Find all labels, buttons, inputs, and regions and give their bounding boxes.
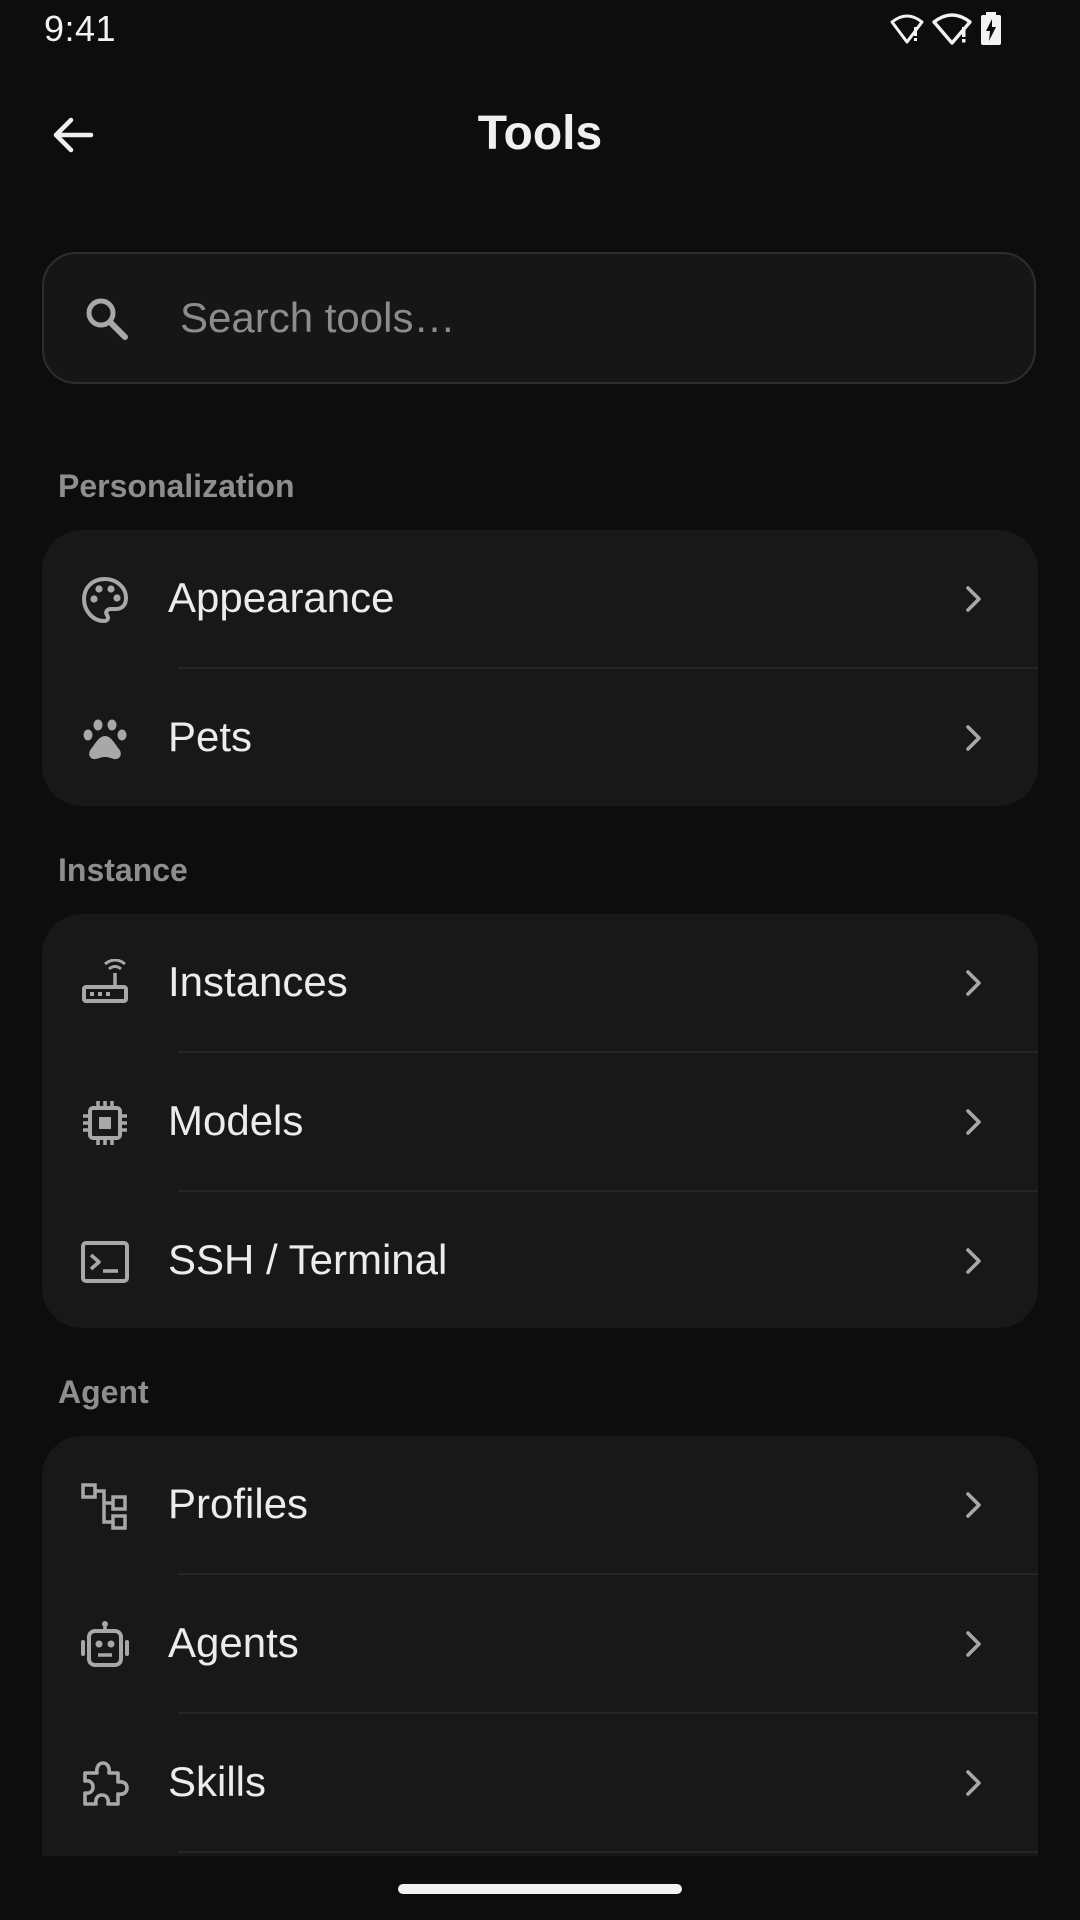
chevron-right-icon <box>956 966 990 1000</box>
list-item-label: Models <box>168 1097 304 1144</box>
chevron-right-icon <box>956 1488 990 1522</box>
wifi-alert-icon <box>890 13 924 45</box>
list-item-label: Pets <box>168 713 253 760</box>
paw-icon <box>80 714 130 764</box>
list-item-label: Profiles <box>168 1480 309 1527</box>
list-item-skills[interactable]: Skills <box>42 1714 1038 1853</box>
divider <box>178 1851 1038 1853</box>
card-personalization: Appearance Pets <box>42 530 1038 806</box>
tools-screen: 9:41 Tools Search tools… Personalization… <box>0 0 1080 1920</box>
app-bar: Tools <box>0 80 1080 190</box>
wifi-alert-icon <box>932 12 972 46</box>
chevron-right-icon <box>956 1244 990 1278</box>
navigation-handle[interactable] <box>398 1884 682 1894</box>
chevron-right-icon <box>956 721 990 755</box>
battery-charging-icon <box>980 12 1002 46</box>
list-item-pets[interactable]: Pets <box>42 669 1038 806</box>
chevron-right-icon <box>956 582 990 616</box>
section-title-instance: Instance <box>58 852 188 888</box>
search-input[interactable] <box>180 254 1000 382</box>
list-item-appearance[interactable]: Appearance <box>42 530 1038 669</box>
router-icon <box>80 958 130 1009</box>
chip-icon <box>80 1098 130 1148</box>
list-item-models[interactable]: Models <box>42 1053 1038 1192</box>
list-item-profiles[interactable]: Profiles <box>42 1436 1038 1575</box>
robot-icon <box>80 1620 130 1670</box>
chevron-right-icon <box>956 1105 990 1139</box>
page-title: Tools <box>477 107 603 160</box>
list-item-label: Agents <box>168 1619 299 1666</box>
list-item-ssh-terminal[interactable]: SSH / Terminal <box>42 1192 1038 1328</box>
terminal-icon <box>80 1237 130 1287</box>
search-box[interactable] <box>42 252 1036 384</box>
list-item-label: Skills <box>168 1758 267 1805</box>
account-tree-icon <box>80 1481 130 1531</box>
chevron-right-icon <box>956 1766 990 1800</box>
list-item-label: Instances <box>168 958 348 1005</box>
card-agent: Profiles Agents Skills <box>42 1436 1038 1856</box>
search-icon <box>82 294 132 344</box>
list-item-instances[interactable]: Instances <box>42 914 1038 1053</box>
card-instance: Instances Models SSH / Terminal <box>42 914 1038 1328</box>
status-bar: 9:41 <box>0 0 1080 64</box>
list-item-label: SSH / Terminal <box>168 1236 448 1283</box>
chevron-right-icon <box>956 1627 990 1661</box>
puzzle-icon <box>80 1759 130 1809</box>
section-title-personalization: Personalization <box>58 468 295 504</box>
section-title-agent: Agent <box>58 1374 149 1410</box>
list-item-agents[interactable]: Agents <box>42 1575 1038 1714</box>
status-icons <box>890 12 1002 46</box>
list-item-label: Appearance <box>168 574 395 621</box>
status-time: 9:41 <box>44 8 117 49</box>
palette-icon <box>80 575 130 625</box>
